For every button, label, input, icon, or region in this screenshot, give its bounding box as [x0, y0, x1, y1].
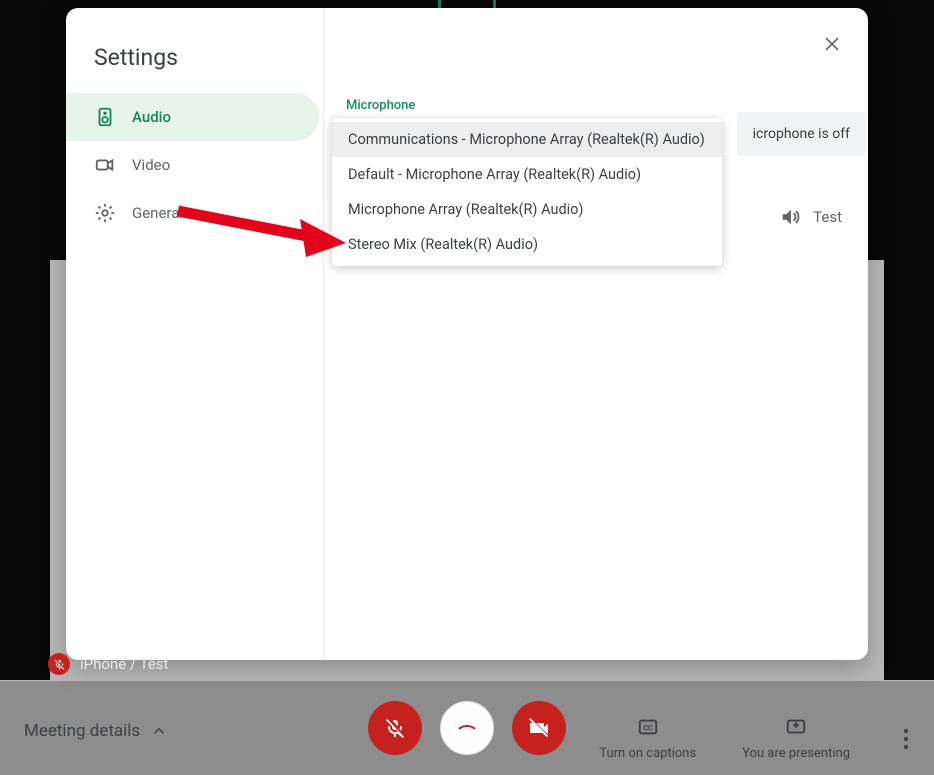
settings-sidebar: Settings Audio Video General [66, 8, 324, 660]
present-icon [785, 716, 807, 738]
settings-content: Microphone icrophone is off Test Communi… [324, 8, 868, 660]
sidebar-audio-label: Audio [132, 108, 171, 126]
phone-hangup-icon [455, 716, 479, 740]
svg-text:CC: CC [643, 724, 653, 733]
right-actions: CC Turn on captions You are presenting [599, 716, 916, 761]
bottom-toolbar: Meeting details CC Turn on captions You … [0, 681, 934, 775]
mic-off-icon [53, 658, 66, 671]
mic-option-default[interactable]: Default - Microphone Array (Realtek(R) A… [332, 157, 722, 192]
mic-off-icon [383, 716, 407, 740]
camera-off-icon [527, 716, 551, 740]
close-button[interactable] [818, 30, 846, 58]
microphone-off-badge: icrophone is off [737, 112, 866, 156]
microphone-section-label: Microphone [346, 98, 846, 113]
close-icon [822, 34, 842, 54]
chevron-up-icon [150, 722, 168, 740]
sidebar-item-video[interactable]: Video [66, 141, 319, 189]
more-options-button[interactable] [896, 721, 916, 757]
presenting-button[interactable]: You are presenting [742, 716, 850, 761]
participant-name: iPhone / Test [80, 655, 168, 673]
gear-icon [94, 202, 116, 224]
presenting-label: You are presenting [742, 746, 850, 761]
dot-icon [904, 745, 908, 749]
sidebar-item-general[interactable]: General [66, 189, 319, 237]
sidebar-video-label: Video [132, 156, 170, 174]
video-icon [94, 154, 116, 176]
mic-option-array[interactable]: Microphone Array (Realtek(R) Audio) [332, 192, 722, 227]
dot-icon [904, 737, 908, 741]
meeting-details-button[interactable]: Meeting details [24, 721, 168, 741]
settings-modal: Settings Audio Video General Microphone … [66, 8, 868, 660]
mic-option-communications[interactable]: Communications - Microphone Array (Realt… [332, 122, 722, 157]
dot-icon [904, 729, 908, 733]
participant-label: iPhone / Test [48, 653, 168, 675]
mic-option-stereo-mix[interactable]: Stereo Mix (Realtek(R) Audio) [332, 227, 722, 262]
captions-icon: CC [637, 716, 659, 738]
speaker-icon [94, 106, 116, 128]
settings-title: Settings [66, 32, 323, 93]
turn-on-captions-button[interactable]: CC Turn on captions [599, 716, 696, 761]
call-controls [368, 701, 566, 755]
microphone-dropdown: Communications - Microphone Array (Realt… [332, 118, 722, 266]
muted-mic-badge [48, 653, 70, 675]
mute-mic-button[interactable] [368, 701, 422, 755]
test-speaker-button[interactable]: Test [779, 206, 842, 228]
hangup-button[interactable] [440, 701, 494, 755]
volume-icon [779, 206, 801, 228]
sidebar-general-label: General [132, 204, 183, 222]
meeting-details-label: Meeting details [24, 721, 140, 741]
sidebar-item-audio[interactable]: Audio [66, 93, 319, 141]
test-label: Test [813, 208, 842, 226]
captions-label: Turn on captions [599, 746, 696, 761]
camera-off-button[interactable] [512, 701, 566, 755]
